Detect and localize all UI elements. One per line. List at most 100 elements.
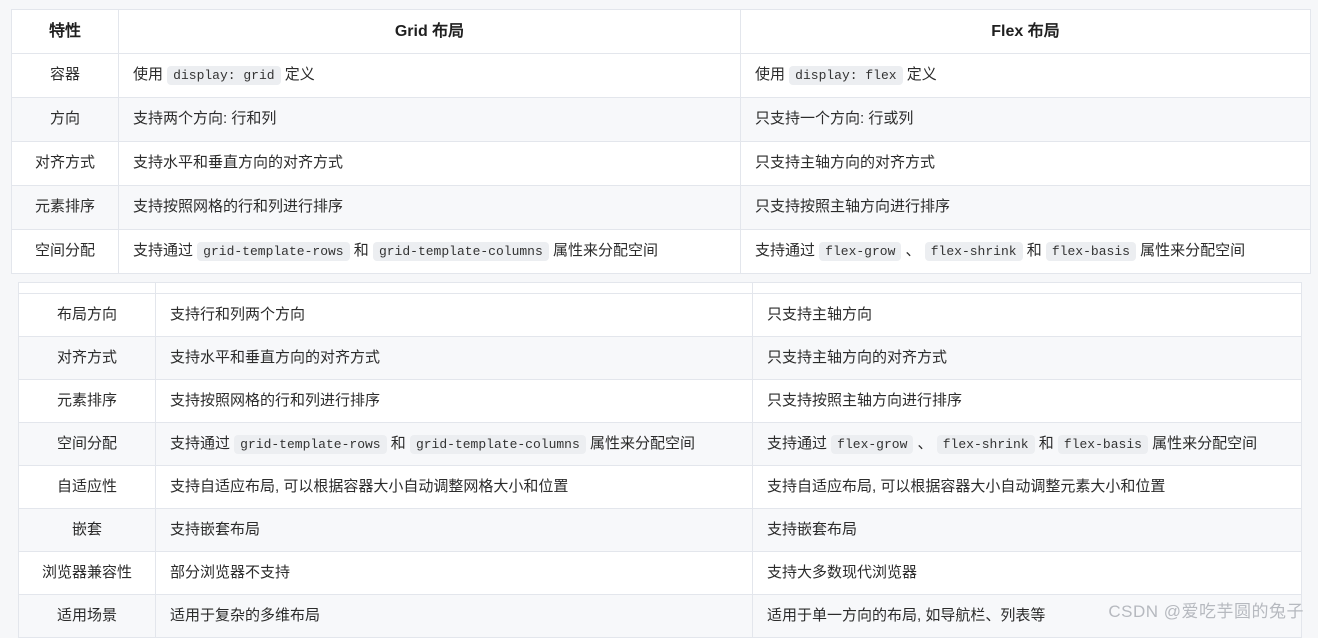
cell-text: 部分浏览器不支持: [170, 563, 291, 581]
grid-vs-flex-table-primary: 特性 Grid 布局 Flex 布局 容器 使用 display: grid 定义…: [11, 9, 1311, 274]
cell-grid: 支持嵌套布局: [155, 508, 753, 552]
cell-grid: 支持水平和垂直方向的对齐方式: [118, 141, 741, 186]
comparison-tables-page: 特性 Grid 布局 Flex 布局 容器 使用 display: grid 定义…: [0, 0, 1318, 638]
cell-text: 适用于复杂的多维布局: [170, 606, 321, 624]
cell-feature: 浏览器兼容性: [18, 551, 156, 595]
cell-text: 只支持主轴方向: [767, 305, 873, 323]
code-token: display: flex: [789, 66, 903, 86]
code-token: grid-template-columns: [372, 242, 549, 262]
cell-text: 只支持主轴方向的对齐方式: [755, 154, 936, 172]
cell-text: 支持自适应布局, 可以根据容器大小自动调整元素大小和位置: [767, 477, 1166, 495]
cell-feature: 空间分配: [18, 422, 156, 466]
cell-text: 使用: [133, 66, 168, 84]
cell-text: 支持大多数现代浏览器: [767, 563, 918, 581]
cell-text: 属性来分配空间: [1135, 242, 1246, 260]
cell-grid: 支持按照网格的行和列进行排序: [155, 379, 753, 423]
cell-feature: 空间分配: [11, 229, 119, 274]
cell-flex: 只支持主轴方向的对齐方式: [752, 336, 1302, 380]
cell-feature: 嵌套: [18, 508, 156, 552]
table-2-header: [18, 282, 1302, 294]
cell-flex: 适用于单一方向的布局, 如导航栏、列表等: [752, 594, 1302, 638]
cell-text: 、: [913, 434, 937, 452]
cell-text: 支持按照网格的行和列进行排序: [133, 198, 344, 216]
table-row: 自适应性 支持自适应布局, 可以根据容器大小自动调整网格大小和位置 支持自适应布局,…: [18, 465, 1302, 509]
cell-text: 支持水平和垂直方向的对齐方式: [133, 154, 344, 172]
code-token: grid-template-rows: [234, 434, 387, 454]
cell-text: 支持自适应布局, 可以根据容器大小自动调整网格大小和位置: [170, 477, 569, 495]
cell-text: 使用: [755, 66, 790, 84]
cell-flex: 只支持一个方向: 行或列: [740, 97, 1311, 142]
table-row: 适用场景 适用于复杂的多维布局 适用于单一方向的布局, 如导航栏、列表等: [18, 594, 1302, 638]
table-row: 方向 支持两个方向: 行和列 只支持一个方向: 行或列: [11, 97, 1311, 142]
cell-text: 和: [349, 242, 373, 260]
table-row: 浏览器兼容性 部分浏览器不支持 支持大多数现代浏览器: [18, 551, 1302, 595]
cell-grid: 适用于复杂的多维布局: [155, 594, 753, 638]
cell-text: 和: [1034, 434, 1058, 452]
cell-feature: 元素排序: [18, 379, 156, 423]
table-row: 嵌套 支持嵌套布局 支持嵌套布局: [18, 508, 1302, 552]
table-row: 空间分配 支持通过 grid-template-rows 和 grid-templ…: [18, 422, 1302, 466]
cell-grid: 支持通过 grid-template-rows 和 grid-template-…: [155, 422, 753, 466]
code-token: flex-grow: [819, 242, 902, 262]
cell-text: 属性来分配空间: [548, 242, 658, 260]
cell-text: 支持行和列两个方向: [170, 305, 306, 323]
cell-text: 和: [1022, 242, 1046, 260]
table-row: 空间分配 支持通过 grid-template-rows 和 grid-templ…: [11, 229, 1311, 274]
cell-feature: 容器: [11, 53, 119, 98]
code-token: display: grid: [167, 66, 281, 86]
table-row: 容器 使用 display: grid 定义 使用 display: flex 定义: [11, 53, 1311, 98]
table-header-row: 特性 Grid 布局 Flex 布局: [11, 9, 1311, 54]
cell-feature: 方向: [11, 97, 119, 142]
cell-grid: 支持通过 grid-template-rows 和 grid-template-…: [118, 229, 741, 274]
cell-flex: 只支持按照主轴方向进行排序: [752, 379, 1302, 423]
cell-grid: 支持水平和垂直方向的对齐方式: [155, 336, 753, 380]
table-row: 对齐方式 支持水平和垂直方向的对齐方式 只支持主轴方向的对齐方式: [18, 336, 1302, 380]
cell-grid: 使用 display: grid 定义: [118, 53, 741, 98]
cell-flex: 只支持按照主轴方向进行排序: [740, 185, 1311, 230]
cell-text: 支持通过: [767, 434, 832, 452]
table-row: 对齐方式 支持水平和垂直方向的对齐方式 只支持主轴方向的对齐方式: [11, 141, 1311, 186]
cell-text: 支持按照网格的行和列进行排序: [170, 391, 381, 409]
cell-text: 和: [386, 434, 410, 452]
cell-text: 只支持按照主轴方向进行排序: [755, 198, 951, 216]
cell-feature: 元素排序: [11, 185, 119, 230]
cell-feature: 适用场景: [18, 594, 156, 638]
grid-vs-flex-table-secondary: 布局方向 支持行和列两个方向 只支持主轴方向 对齐方式 支持水平和垂直方向的对齐方式 只支…: [18, 282, 1302, 638]
table-header-row: [18, 282, 1302, 294]
cell-grid: 支持自适应布局, 可以根据容器大小自动调整网格大小和位置: [155, 465, 753, 509]
cell-grid: 支持按照网格的行和列进行排序: [118, 185, 741, 230]
cell-text: 只支持一个方向: 行或列: [755, 110, 914, 128]
table-2-body: 布局方向 支持行和列两个方向 只支持主轴方向 对齐方式 支持水平和垂直方向的对齐方式 只支…: [18, 293, 1302, 638]
cell-text: 属性来分配空间: [585, 434, 695, 452]
cell-flex: 使用 display: flex 定义: [740, 53, 1311, 98]
code-token: flex-basis: [1057, 434, 1148, 454]
cell-feature: 对齐方式: [18, 336, 156, 380]
table-1-header: 特性 Grid 布局 Flex 布局: [11, 9, 1311, 54]
cell-flex: 支持通过 flex-grow 、 flex-shrink 和 flex-basi…: [752, 422, 1302, 466]
column-header-grid: [155, 282, 753, 294]
cell-flex: 支持通过 flex-grow 、 flex-shrink 和 flex-basi…: [740, 229, 1311, 274]
table-row: 布局方向 支持行和列两个方向 只支持主轴方向: [18, 293, 1302, 337]
code-token: flex-basis: [1045, 242, 1136, 262]
table-1-body: 容器 使用 display: grid 定义 使用 display: flex 定义…: [11, 53, 1311, 274]
cell-flex: 支持自适应布局, 可以根据容器大小自动调整元素大小和位置: [752, 465, 1302, 509]
cell-grid: 部分浏览器不支持: [155, 551, 753, 595]
column-header-feature: [18, 282, 156, 294]
code-token: grid-template-columns: [409, 434, 586, 454]
cell-text: 支持通过: [170, 434, 235, 452]
cell-feature: 对齐方式: [11, 141, 119, 186]
cell-text: 只支持主轴方向的对齐方式: [767, 348, 948, 366]
code-token: grid-template-rows: [197, 242, 350, 262]
cell-text: 支持通过: [755, 242, 820, 260]
column-header-grid: Grid 布局: [118, 9, 741, 54]
cell-text: 定义: [280, 66, 315, 84]
cell-grid: 支持行和列两个方向: [155, 293, 753, 337]
comparison-table-2: 布局方向 支持行和列两个方向 只支持主轴方向 对齐方式 支持水平和垂直方向的对齐方式 只支…: [18, 282, 1302, 638]
cell-text: 支持水平和垂直方向的对齐方式: [170, 348, 381, 366]
column-header-flex: Flex 布局: [740, 9, 1311, 54]
column-header-flex: [752, 282, 1302, 294]
cell-flex: 只支持主轴方向的对齐方式: [740, 141, 1311, 186]
cell-flex: 支持大多数现代浏览器: [752, 551, 1302, 595]
code-token: flex-grow: [831, 434, 914, 454]
cell-text: 支持通过: [133, 242, 198, 260]
